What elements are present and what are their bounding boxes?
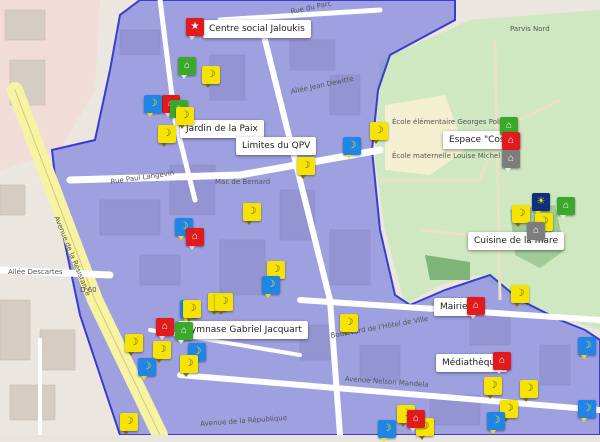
map-marker-blue[interactable]: ☽: [343, 137, 361, 159]
banana-icon: ☽: [157, 344, 167, 355]
map-marker-blue[interactable]: ☽: [138, 358, 156, 380]
map-marker-yellow[interactable]: ☽: [153, 341, 171, 363]
map-marker-yellow[interactable]: ☽: [370, 122, 388, 144]
map-marker-blue[interactable]: ☽: [262, 276, 280, 298]
house-icon: ⌂: [507, 153, 515, 164]
map-marker-yellow[interactable]: ☽: [511, 285, 529, 307]
map-marker-blue[interactable]: ☽: [578, 400, 596, 422]
map-marker-red[interactable]: ⌂: [407, 410, 425, 432]
map-marker-yellow[interactable]: ☽: [297, 157, 315, 179]
map-marker-yellow[interactable]: ☽: [243, 203, 261, 225]
house-icon: ⌂: [161, 321, 169, 332]
banana-icon: ☽: [266, 279, 276, 290]
label-limites-qpv[interactable]: Limites du QPV: [236, 137, 317, 155]
banana-icon: ☽: [162, 128, 172, 139]
map-marker-yellow[interactable]: ☽: [484, 377, 502, 399]
house-icon: ⌂: [562, 200, 570, 211]
banana-icon: ☽: [271, 264, 281, 275]
map-marker-yellow[interactable]: ☽: [120, 413, 138, 435]
banana-icon: ☽: [247, 206, 257, 217]
banana-icon: ☽: [582, 403, 592, 414]
school-label-elementaire: École élémentaire Georges Politzer: [392, 118, 515, 126]
banana-icon: ☽: [515, 288, 525, 299]
map-marker-gray[interactable]: ⌂: [502, 150, 520, 172]
label-gymnase[interactable]: Gymnase Gabriel Jacquart: [178, 321, 308, 339]
road-label-d60: D 60: [80, 286, 97, 294]
map-marker-yellow[interactable]: ☽: [183, 300, 201, 322]
map-marker-green[interactable]: ⌂: [557, 197, 575, 219]
label-cuisine-de-la-mare[interactable]: Cuisine de la mare: [468, 232, 565, 250]
map-marker-blue[interactable]: ☽: [378, 420, 396, 442]
place-label-mac-de-bernard: Mac de Bernard: [215, 178, 271, 186]
house-icon: ⌂: [532, 225, 540, 236]
house-icon: ⌂: [507, 135, 515, 146]
map-marker-red[interactable]: ⌂: [156, 318, 174, 340]
map-marker-blue[interactable]: ☽: [578, 337, 596, 359]
star-icon: ★: [190, 21, 200, 32]
house-icon: ⌂: [180, 325, 188, 336]
map-marker-yellow[interactable]: ☽: [520, 380, 538, 402]
map-marker-green[interactable]: ⌂: [175, 322, 193, 344]
label-centre-social[interactable]: Centre social Jaloukis: [203, 20, 311, 38]
map-marker-red[interactable]: ⌂: [493, 352, 511, 374]
banana-icon: ☽: [148, 98, 158, 109]
map-marker-green[interactable]: ⌂: [178, 57, 196, 79]
map-marker-navy[interactable]: ☀: [532, 193, 550, 215]
map-marker-blue[interactable]: ☽: [144, 95, 162, 117]
banana-icon: ☽: [491, 415, 501, 426]
street-label-parvis-nord: Parvis Nord: [510, 25, 550, 33]
map-marker-red[interactable]: ⌂: [502, 132, 520, 154]
banana-icon: ☽: [516, 208, 526, 219]
banana-icon: ☽: [488, 380, 498, 391]
banana-icon: ☽: [582, 340, 592, 351]
map-marker-yellow[interactable]: ☽: [125, 334, 143, 356]
map-marker-red[interactable]: ★: [186, 18, 204, 40]
house-icon: ⌂: [472, 300, 480, 311]
map-marker-yellow[interactable]: ☽: [512, 205, 530, 227]
street-label-allee-descartes: Allée Descartes: [8, 268, 63, 276]
banana-icon: ☽: [187, 303, 197, 314]
banana-icon: ☽: [142, 361, 152, 372]
map-marker-red[interactable]: ⌂: [467, 297, 485, 319]
school-label-maternelle: École maternelle Louise Michel: [392, 152, 501, 160]
map-marker-red[interactable]: ⌂: [186, 228, 204, 250]
banana-icon: ☽: [129, 337, 139, 348]
banana-icon: ☽: [504, 403, 514, 414]
house-icon: ⌂: [498, 355, 506, 366]
banana-icon: ☽: [301, 160, 311, 171]
banana-icon: ☽: [219, 296, 229, 307]
map-marker-yellow[interactable]: ☽: [340, 314, 358, 336]
map-marker-yellow[interactable]: ☽: [176, 107, 194, 129]
banana-icon: ☽: [180, 110, 190, 121]
banana-icon: ☽: [347, 140, 357, 151]
banana-icon: ☽: [374, 125, 384, 136]
map-marker-yellow[interactable]: ☽: [215, 293, 233, 315]
map-marker-yellow[interactable]: ☽: [180, 355, 198, 377]
banana-icon: ☽: [184, 358, 194, 369]
sun-icon: ☀: [536, 196, 546, 207]
house-icon: ⌂: [183, 60, 191, 71]
banana-icon: ☽: [344, 317, 354, 328]
banana-icon: ☽: [206, 69, 216, 80]
house-icon: ⌂: [505, 120, 513, 131]
map-marker-blue[interactable]: ☽: [487, 412, 505, 434]
banana-icon: ☽: [382, 423, 392, 434]
map-canvas[interactable]: [0, 0, 600, 435]
map-marker-gray[interactable]: ⌂: [527, 222, 545, 244]
banana-icon: ☽: [524, 383, 534, 394]
house-icon: ⌂: [412, 413, 420, 424]
map-marker-yellow[interactable]: ☽: [158, 125, 176, 147]
map-marker-yellow[interactable]: ☽: [202, 66, 220, 88]
house-icon: ⌂: [191, 231, 199, 242]
banana-icon: ☽: [124, 416, 134, 427]
